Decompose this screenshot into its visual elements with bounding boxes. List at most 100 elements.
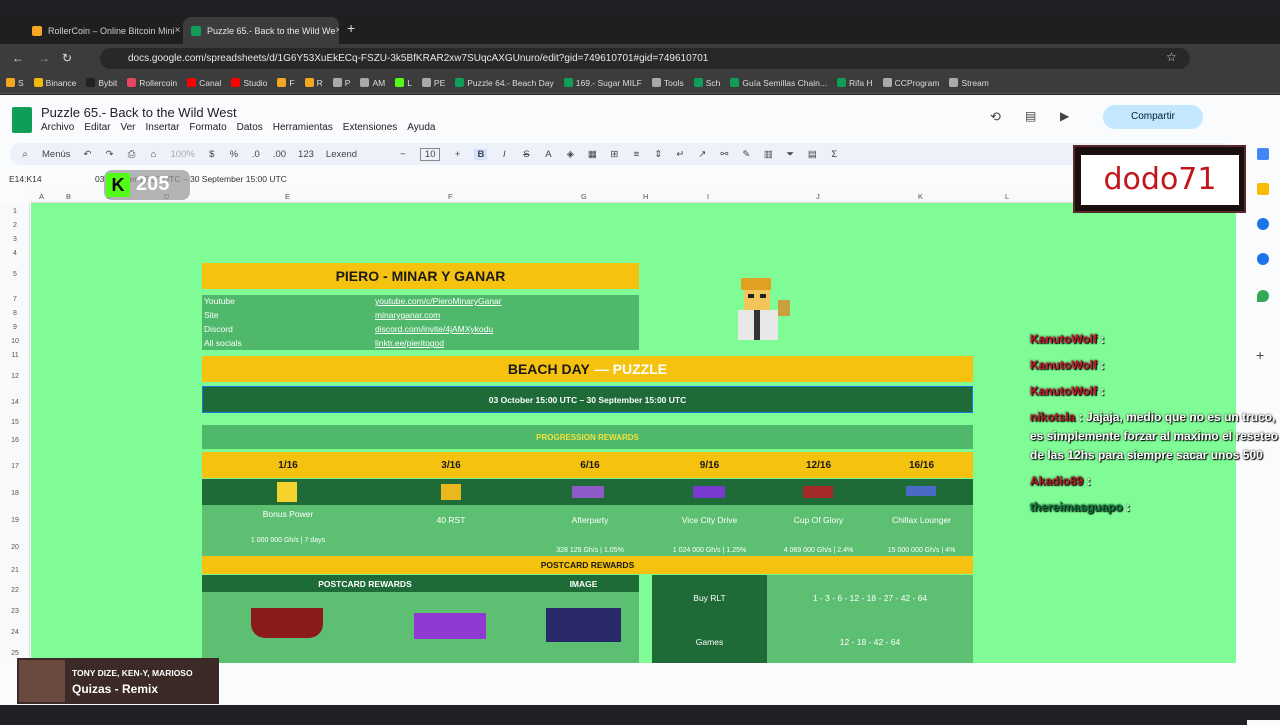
bookmark-folder[interactable]: P — [332, 78, 350, 88]
row-header[interactable]: 25 — [0, 650, 30, 657]
row-header[interactable]: 2 — [0, 222, 30, 229]
menu-insertar[interactable]: Insertar — [146, 122, 180, 133]
row-header[interactable]: 16 — [0, 437, 30, 444]
number-format-button[interactable]: 123 — [298, 149, 314, 160]
url-field[interactable]: docs.google.com/spreadsheets/d/1G6Y53XuE… — [100, 48, 1190, 69]
document-title[interactable]: Puzzle 65.- Back to the Wild West — [41, 105, 237, 120]
link-icon[interactable]: ⚯ — [719, 149, 729, 160]
row-header[interactable]: 17 — [0, 463, 30, 470]
history-icon[interactable]: ⟲ — [990, 109, 1001, 125]
bookmark-folder[interactable]: CCProgram — [882, 78, 939, 88]
close-tab-icon[interactable]: × — [175, 25, 180, 36]
minus-icon[interactable]: − — [398, 149, 408, 160]
social-link[interactable]: minaryganar.com — [375, 310, 440, 320]
share-button[interactable]: Compartir — [1103, 105, 1203, 129]
increase-decimal-button[interactable]: .00 — [273, 149, 286, 160]
column-header[interactable]: F — [448, 192, 453, 201]
menu-archivo[interactable]: Archivo — [41, 122, 74, 133]
meet-icon[interactable]: ▶ — [1060, 109, 1069, 123]
decrease-decimal-button[interactable]: .0 — [251, 149, 261, 160]
chart-icon[interactable]: ▥ — [763, 149, 773, 160]
column-header[interactable]: G — [581, 192, 587, 201]
column-header[interactable]: E — [285, 192, 290, 201]
forward-arrow-icon[interactable]: → — [38, 51, 50, 65]
column-header[interactable]: K — [918, 192, 923, 201]
row-header[interactable]: 24 — [0, 629, 30, 636]
bookmark-item[interactable]: Canal — [187, 78, 221, 88]
row-header[interactable]: 11 — [0, 352, 30, 359]
sheets-logo-icon[interactable] — [12, 107, 32, 133]
row-header[interactable]: 8 — [0, 310, 30, 317]
bookmark-folder[interactable]: AM — [360, 78, 385, 88]
tab-rollercoin[interactable]: RollerCoin – Online Bitcoin Mini × — [24, 17, 180, 44]
column-header[interactable]: B — [66, 192, 71, 201]
row-header[interactable]: 7 — [0, 296, 30, 303]
percent-button[interactable]: % — [229, 149, 239, 160]
menu-datos[interactable]: Datos — [237, 122, 263, 133]
menu-editar[interactable]: Editar — [84, 122, 110, 133]
row-header[interactable]: 14 — [0, 399, 30, 406]
back-arrow-icon[interactable]: ← — [12, 51, 24, 65]
bookmark-item[interactable]: L — [395, 78, 412, 88]
row-header[interactable]: 1 — [0, 208, 30, 215]
bookmark-item[interactable]: Binance — [33, 78, 76, 88]
strikethrough-button[interactable]: S — [521, 149, 531, 160]
row-header[interactable]: 18 — [0, 490, 30, 497]
undo-icon[interactable]: ↶ — [83, 149, 93, 160]
zoom-select[interactable]: 100% — [171, 149, 195, 160]
comment-add-icon[interactable]: ✎ — [741, 149, 751, 160]
bookmark-star-icon[interactable]: ☆ — [1166, 50, 1177, 64]
date-range-cell[interactable]: 03 October 15:00 UTC – 30 September 15:0… — [202, 386, 973, 413]
bookmark-item[interactable]: Bybit — [86, 78, 117, 88]
italic-button[interactable]: I — [499, 149, 509, 160]
row-header[interactable]: 19 — [0, 517, 30, 524]
bookmark-item[interactable]: Studio — [231, 78, 267, 88]
currency-button[interactable]: $ — [207, 149, 217, 160]
bookmark-item[interactable]: R — [304, 78, 323, 88]
print-icon[interactable]: ⎙ — [127, 149, 137, 160]
fill-color-icon[interactable]: ◈ — [565, 149, 575, 160]
row-header[interactable]: 5 — [0, 271, 30, 278]
borders-icon[interactable]: ▦ — [587, 149, 597, 160]
align-icon[interactable]: ≡ — [631, 149, 641, 160]
new-tab-button[interactable]: + — [347, 20, 355, 36]
row-header[interactable]: 21 — [0, 567, 30, 574]
menu-extensiones[interactable]: Extensiones — [343, 122, 397, 133]
row-header[interactable]: 10 — [0, 338, 30, 345]
menu-ver[interactable]: Ver — [120, 122, 135, 133]
bookmark-folder[interactable]: Stream — [949, 78, 989, 88]
plus-icon[interactable]: + — [452, 149, 462, 160]
tab-puzzle-sheet[interactable]: Puzzle 65.- Back to the Wild We × — [183, 17, 339, 44]
bookmark-item[interactable]: Guía Semillas Chain... — [730, 78, 827, 88]
column-header[interactable]: L — [1005, 192, 1009, 201]
bookmark-item[interactable]: Sch — [693, 78, 720, 88]
row-header[interactable]: 20 — [0, 544, 30, 551]
valign-icon[interactable]: ⇕ — [653, 149, 663, 160]
bold-button[interactable]: B — [474, 148, 488, 160]
close-tab-icon[interactable]: × — [335, 25, 339, 36]
row-header[interactable]: 15 — [0, 419, 30, 426]
column-header[interactable]: H — [643, 192, 648, 201]
filter-icon[interactable]: ⏷ — [785, 149, 795, 160]
keep-icon[interactable] — [1257, 183, 1269, 195]
social-link[interactable]: discord.com/invite/4jAMXykodu — [375, 324, 493, 334]
bookmark-folder[interactable]: Tools — [651, 78, 684, 88]
menu-formato[interactable]: Formato — [189, 122, 226, 133]
column-header[interactable]: A — [39, 192, 44, 201]
menus-search[interactable]: Menús — [42, 149, 71, 160]
row-header[interactable]: 9 — [0, 324, 30, 331]
social-link[interactable]: linktr.ee/pieritogod — [375, 338, 444, 348]
column-header[interactable]: I — [707, 192, 709, 201]
text-color-button[interactable]: A — [543, 149, 553, 160]
name-box[interactable]: E14:K14 — [9, 174, 42, 184]
menu-herramientas[interactable]: Herramientas — [273, 122, 333, 133]
maps-icon[interactable] — [1257, 290, 1269, 302]
merge-cells-icon[interactable]: ⊞ — [609, 149, 619, 160]
paint-format-icon[interactable]: ⌂ — [149, 149, 159, 160]
menu-ayuda[interactable]: Ayuda — [407, 122, 435, 133]
search-icon[interactable]: ⌕ — [20, 149, 30, 160]
row-header[interactable]: 23 — [0, 608, 30, 615]
row-header[interactable]: 4 — [0, 250, 30, 257]
bookmark-item[interactable]: Puzzle 64.- Beach Day — [455, 78, 554, 88]
font-size-input[interactable]: 10 — [419, 147, 441, 161]
